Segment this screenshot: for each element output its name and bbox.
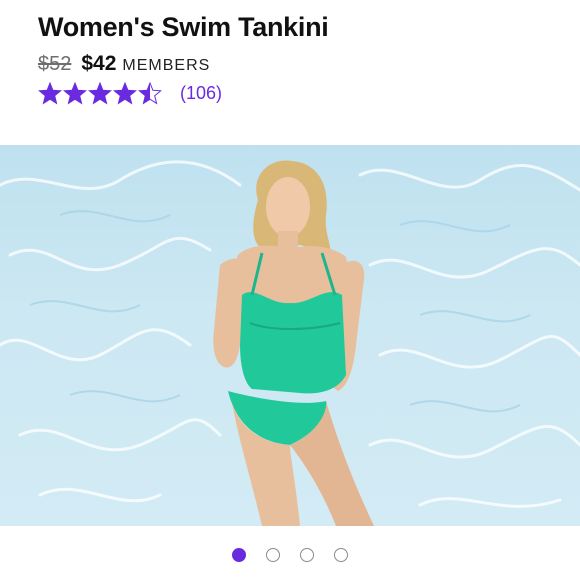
rating-stars <box>38 82 163 105</box>
star-icon <box>38 82 62 105</box>
star-icon <box>63 82 87 105</box>
members-label: MEMBERS <box>122 57 211 74</box>
carousel-dot-3[interactable] <box>300 548 314 562</box>
model-figure <box>213 160 374 526</box>
carousel-dot-4[interactable] <box>334 548 348 562</box>
carousel-dot-2[interactable] <box>266 548 280 562</box>
original-price: $52 <box>38 53 72 75</box>
price-row: $52 $42 MEMBERS <box>38 52 210 76</box>
rating-row[interactable]: (106) <box>38 82 222 105</box>
product-image[interactable] <box>0 145 580 526</box>
review-count[interactable]: (106) <box>180 83 222 104</box>
carousel-pagination <box>0 548 580 562</box>
product-title: Women's Swim Tankini <box>38 12 329 42</box>
carousel-dot-1[interactable] <box>232 548 246 562</box>
star-half-icon <box>138 82 162 105</box>
star-icon <box>113 82 137 105</box>
member-price: $42 <box>81 52 117 75</box>
star-icon <box>88 82 112 105</box>
